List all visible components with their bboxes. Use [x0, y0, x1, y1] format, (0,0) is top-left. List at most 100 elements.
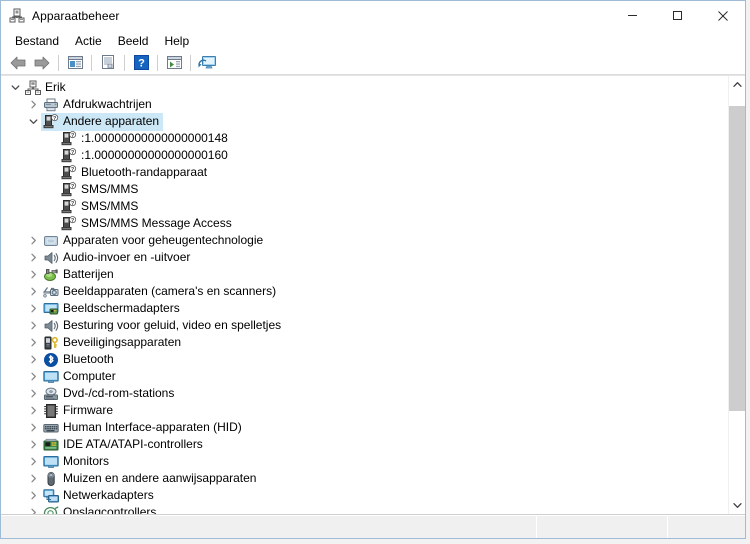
close-icon: [717, 10, 728, 21]
status-bar: [1, 515, 745, 538]
tree-item-label: Opslagcontrollers: [63, 505, 157, 514]
tree-item[interactable]: Computer: [1, 368, 728, 385]
tree-item-label-wrap: Firmware: [41, 402, 117, 420]
scan-hardware-changes-button[interactable]: [162, 52, 186, 74]
tree-item[interactable]: ? :1.00000000000000000160: [1, 147, 728, 164]
tree-item-label: SMS/MMS: [81, 182, 139, 196]
device-tree[interactable]: Erik Afdrukwachtrijen ? Andere apparaten…: [1, 76, 728, 514]
tree-item-label: Besturing voor geluid, video en spelletj…: [63, 318, 282, 332]
firmware-chip-icon: [43, 403, 59, 419]
tree-item[interactable]: ? :1.00000000000000000148: [1, 130, 728, 147]
chevron-right-icon[interactable]: [25, 300, 41, 317]
svg-text:?: ?: [71, 183, 74, 189]
chevron-right-icon[interactable]: [25, 249, 41, 266]
tree-item[interactable]: Beveiligingsapparaten: [1, 334, 728, 351]
tree-item[interactable]: Human Interface-apparaten (HID): [1, 419, 728, 436]
vertical-scrollbar[interactable]: [728, 76, 745, 514]
maximize-button[interactable]: [655, 1, 700, 30]
menu-actie[interactable]: Actie: [67, 32, 110, 50]
chevron-right-icon[interactable]: [25, 487, 41, 504]
tree-item[interactable]: ? SMS/MMS: [1, 181, 728, 198]
arrow-right-icon: [34, 56, 50, 69]
close-button[interactable]: [700, 1, 745, 30]
chevron-right-icon[interactable]: [25, 232, 41, 249]
unknown-device-icon: ?: [61, 164, 77, 181]
tree-item[interactable]: Opslagcontrollers: [1, 504, 728, 514]
tree-item[interactable]: ? Bluetooth-randapparaat: [1, 164, 728, 181]
chevron-right-icon[interactable]: [25, 334, 41, 351]
tree-item[interactable]: Dvd-/cd-rom-stations: [1, 385, 728, 402]
tree-item[interactable]: Monitors: [1, 453, 728, 470]
tree-item-label-wrap: Computer: [41, 368, 120, 386]
tree-item[interactable]: Erik: [1, 79, 728, 96]
menu-beeld[interactable]: Beeld: [110, 32, 157, 50]
tree-item[interactable]: Bluetooth: [1, 351, 728, 368]
tree-item-label: Human Interface-apparaten (HID): [63, 420, 242, 434]
chevron-down-icon[interactable]: [25, 113, 41, 130]
update-driver-monitor-icon: [197, 55, 216, 68]
tree-item-label: SMS/MMS: [81, 199, 139, 213]
chevron-right-icon[interactable]: [25, 470, 41, 487]
chevron-down-icon[interactable]: [7, 79, 23, 96]
keyboard-hid-icon: [43, 420, 59, 436]
chevron-right-icon[interactable]: [25, 317, 41, 334]
chevron-right-icon[interactable]: [25, 266, 41, 283]
security-key-icon: [43, 335, 59, 351]
tree-item[interactable]: Apparaten voor geheugentechnologie: [1, 232, 728, 249]
tree-item-label: Andere apparaten: [63, 114, 160, 128]
toolbar-separator: [157, 54, 158, 71]
tree-item[interactable]: ? SMS/MMS: [1, 198, 728, 215]
tree-item-label-wrap: Opslagcontrollers: [41, 504, 160, 514]
tree-item[interactable]: Firmware: [1, 402, 728, 419]
chevron-right-icon[interactable]: [25, 283, 41, 300]
tree-item-label: Audio-invoer en -uitvoer: [63, 250, 191, 264]
chevron-right-icon[interactable]: [25, 402, 41, 419]
tree-item-label: Beveiligingsapparaten: [63, 335, 182, 349]
tree-item[interactable]: Afdrukwachtrijen: [1, 96, 728, 113]
tree-item-label: Beeldschermadapters: [63, 301, 180, 315]
back-button[interactable]: [6, 52, 30, 74]
chevron-right-icon[interactable]: [25, 368, 41, 385]
mouse-icon: [43, 471, 59, 487]
tree-item-label: SMS/MMS Message Access: [81, 216, 232, 230]
chevron-right-icon[interactable]: [25, 453, 41, 470]
tree-item[interactable]: IDE ATA/ATAPI-controllers: [1, 436, 728, 453]
chevron-right-icon[interactable]: [25, 96, 41, 113]
chevron-right-icon[interactable]: [25, 419, 41, 436]
tree-item-label: Afdrukwachtrijen: [63, 97, 152, 111]
update-driver-button[interactable]: [195, 52, 219, 74]
tree-item[interactable]: Beeldschermadapters: [1, 300, 728, 317]
optical-drive-icon: [43, 386, 59, 402]
svg-text:?: ?: [71, 149, 74, 155]
caption-button-group: [610, 1, 745, 30]
chevron-right-icon[interactable]: [25, 436, 41, 453]
tree-item[interactable]: Muizen en andere aanwijsapparaten: [1, 470, 728, 487]
help-button[interactable]: ?: [129, 52, 153, 74]
scrollbar-track[interactable]: [729, 93, 745, 497]
chevron-right-icon[interactable]: [25, 385, 41, 402]
minimize-button[interactable]: [610, 1, 655, 30]
toolbar-separator: [58, 54, 59, 71]
scrollbar-down-button[interactable]: [729, 497, 745, 514]
unknown-device-icon: ?: [61, 147, 77, 164]
tree-item-label-wrap: Erik: [23, 79, 70, 97]
tree-item[interactable]: Netwerkadapters: [1, 487, 728, 504]
chevron-right-icon[interactable]: [25, 504, 41, 514]
scrollbar-thumb[interactable]: [729, 106, 745, 411]
tree-item[interactable]: Audio-invoer en -uitvoer: [1, 249, 728, 266]
speaker-icon: [43, 318, 59, 334]
forward-button[interactable]: [30, 52, 54, 74]
show-hide-console-tree-button[interactable]: [63, 52, 87, 74]
tree-item[interactable]: ? SMS/MMS Message Access: [1, 215, 728, 232]
tree-item[interactable]: Beeldapparaten (camera's en scanners): [1, 283, 728, 300]
tree-item[interactable]: ? Andere apparaten: [1, 112, 728, 131]
tree-item-label-wrap: ? :1.00000000000000000160: [59, 147, 232, 165]
properties-button[interactable]: [96, 52, 120, 74]
tree-item[interactable]: Batterijen: [1, 266, 728, 283]
chevron-right-icon[interactable]: [25, 351, 41, 368]
scrollbar-up-button[interactable]: [729, 76, 745, 93]
menu-bestand[interactable]: Bestand: [7, 32, 67, 50]
tree-item[interactable]: Besturing voor geluid, video en spelletj…: [1, 317, 728, 334]
menu-help[interactable]: Help: [156, 32, 197, 50]
